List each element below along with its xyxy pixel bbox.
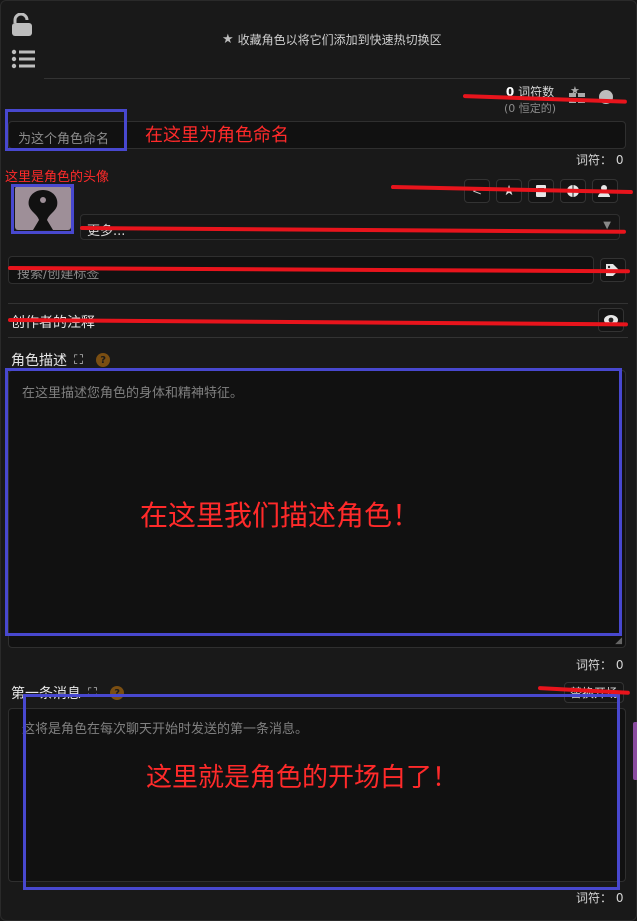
description-annotation: 在这里我们描述角色！ xyxy=(140,499,421,532)
side-tab[interactable] xyxy=(633,722,637,780)
favorite-hint: ★ 收藏角色以将它们添加到快速热切换区 xyxy=(222,32,442,47)
avatar-highlight-box xyxy=(11,184,74,234)
description-label: 角色描述 xyxy=(11,353,67,369)
avatar-annotation: 这里是角色的头像 xyxy=(5,170,110,185)
first-message-annotation: 这里就是角色的开场白了！ xyxy=(146,763,459,793)
first-message-token-count: 词符： 0 xyxy=(576,891,624,905)
resize-handle-icon[interactable]: ◢ xyxy=(615,636,622,646)
name-highlight-box xyxy=(5,109,127,151)
expand-icon[interactable]: ⛶ xyxy=(74,353,83,368)
name-token-count: 词符： 0 xyxy=(576,153,624,167)
eye-button[interactable] xyxy=(598,308,624,332)
description-label-row: 角色描述 ⛶ ? xyxy=(11,350,111,370)
list-icon[interactable] xyxy=(10,48,36,70)
divider xyxy=(8,303,628,304)
divider xyxy=(44,78,630,79)
help-icon[interactable]: ? xyxy=(96,353,111,367)
divider xyxy=(8,337,628,338)
star-icon: ★ xyxy=(222,32,234,47)
lock-icon[interactable] xyxy=(10,12,34,38)
description-token-count: 词符： 0 xyxy=(576,658,624,672)
name-annotation: 在这里为角色命名 xyxy=(145,125,289,146)
